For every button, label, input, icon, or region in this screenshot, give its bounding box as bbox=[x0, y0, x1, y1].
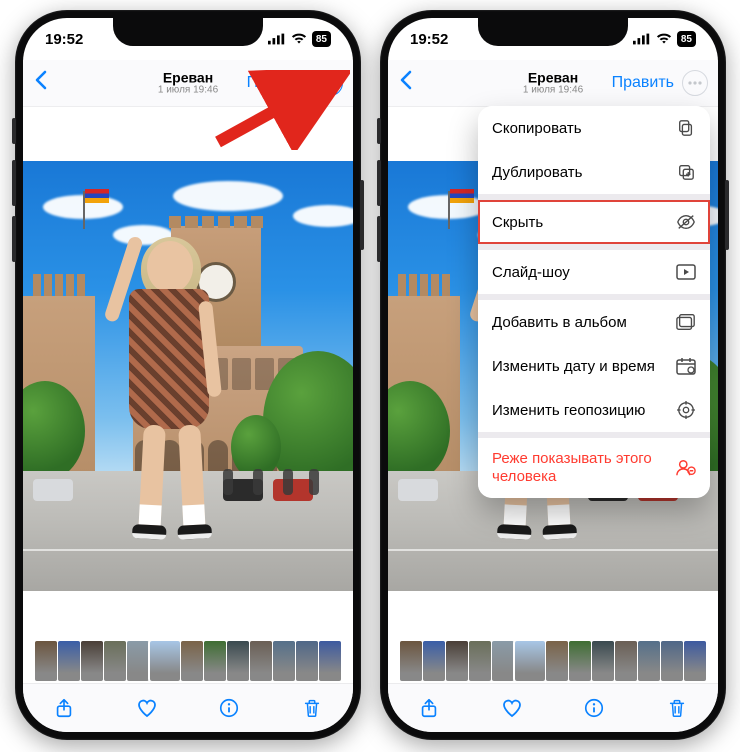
menu-item-copy[interactable]: Скопировать bbox=[478, 106, 710, 150]
thumbnail[interactable] bbox=[204, 641, 226, 681]
volume-down bbox=[12, 216, 16, 262]
wifi-icon bbox=[291, 33, 307, 45]
thumbnail-strip[interactable] bbox=[23, 638, 353, 684]
bottom-toolbar bbox=[388, 683, 718, 732]
nav-title: Ереван bbox=[523, 70, 583, 85]
share-button[interactable] bbox=[51, 695, 77, 721]
thumbnail[interactable] bbox=[423, 641, 445, 681]
person-minus-icon bbox=[676, 458, 696, 478]
status-right: 85 bbox=[633, 31, 696, 47]
thumbnail[interactable] bbox=[684, 641, 706, 681]
more-button[interactable] bbox=[682, 70, 708, 96]
delete-button[interactable] bbox=[299, 695, 325, 721]
thumbnail[interactable] bbox=[592, 641, 614, 681]
thumbnail[interactable] bbox=[400, 641, 422, 681]
calendar-icon bbox=[676, 356, 696, 376]
status-right: 85 bbox=[268, 31, 331, 47]
thumbnail[interactable] bbox=[273, 641, 295, 681]
volume-up bbox=[377, 160, 381, 206]
favorite-button[interactable] bbox=[134, 695, 160, 721]
favorite-button[interactable] bbox=[499, 695, 525, 721]
thumbnail[interactable] bbox=[638, 641, 660, 681]
album-icon bbox=[676, 312, 696, 332]
thumbnail[interactable] bbox=[35, 641, 57, 681]
power-button bbox=[360, 180, 364, 250]
photo-content bbox=[23, 161, 353, 591]
context-menu: Скопировать Дублировать Скрыть Слайд-шоу… bbox=[478, 106, 710, 498]
info-button[interactable] bbox=[216, 695, 242, 721]
menu-label: Изменить дату и время bbox=[492, 358, 655, 375]
thumbnail[interactable] bbox=[546, 641, 568, 681]
thumbnail[interactable] bbox=[661, 641, 683, 681]
thumbnail[interactable] bbox=[515, 641, 545, 681]
menu-label: Изменить геопозицию bbox=[492, 402, 645, 419]
volume-up bbox=[12, 160, 16, 206]
back-button[interactable] bbox=[33, 70, 57, 96]
menu-item-feature-less[interactable]: Реже показывать этого человека bbox=[478, 438, 710, 498]
annotation-arrow bbox=[210, 70, 350, 150]
power-button bbox=[725, 180, 729, 250]
thumbnail[interactable] bbox=[469, 641, 491, 681]
nav-title-block: Ереван 1 июля 19:46 bbox=[523, 70, 583, 95]
thumbnail[interactable] bbox=[127, 641, 149, 681]
back-button[interactable] bbox=[398, 70, 422, 96]
nav-subtitle: 1 июля 19:46 bbox=[523, 85, 583, 96]
thumbnail[interactable] bbox=[446, 641, 468, 681]
copy-icon bbox=[676, 118, 696, 138]
delete-button[interactable] bbox=[664, 695, 690, 721]
thumbnail[interactable] bbox=[569, 641, 591, 681]
photo-viewer[interactable] bbox=[23, 107, 353, 645]
thumbnail[interactable] bbox=[492, 641, 514, 681]
battery-level: 85 bbox=[312, 31, 331, 47]
menu-item-add-to-album[interactable]: Добавить в альбом bbox=[478, 300, 710, 344]
hide-icon bbox=[676, 212, 696, 232]
thumbnail[interactable] bbox=[58, 641, 80, 681]
edit-button[interactable]: Править bbox=[612, 74, 674, 92]
phone-right: 19:52 85 Ереван 1 июля 19:46 Править bbox=[380, 10, 726, 740]
menu-label: Дублировать bbox=[492, 164, 582, 181]
thumbnail[interactable] bbox=[319, 641, 341, 681]
menu-label: Скрыть bbox=[492, 214, 543, 231]
cellular-icon bbox=[633, 33, 651, 45]
menu-label: Реже показывать этого человека bbox=[492, 450, 662, 486]
menu-item-hide[interactable]: Скрыть bbox=[478, 200, 710, 244]
silence-switch bbox=[12, 118, 16, 144]
thumbnail[interactable] bbox=[250, 641, 272, 681]
volume-down bbox=[377, 216, 381, 262]
notch bbox=[113, 18, 263, 46]
thumbnail[interactable] bbox=[81, 641, 103, 681]
thumbnail[interactable] bbox=[150, 641, 180, 681]
silence-switch bbox=[377, 118, 381, 144]
duplicate-icon bbox=[676, 162, 696, 182]
thumbnail[interactable] bbox=[181, 641, 203, 681]
person-subject bbox=[111, 241, 231, 561]
thumbnail[interactable] bbox=[104, 641, 126, 681]
share-button[interactable] bbox=[416, 695, 442, 721]
menu-label: Скопировать bbox=[492, 120, 582, 137]
thumbnail[interactable] bbox=[227, 641, 249, 681]
thumbnail-strip[interactable] bbox=[388, 638, 718, 684]
menu-item-change-location[interactable]: Изменить геопозицию bbox=[478, 388, 710, 432]
screen-right: 19:52 85 Ереван 1 июля 19:46 Править bbox=[388, 18, 718, 732]
menu-label: Добавить в альбом bbox=[492, 314, 627, 331]
location-icon bbox=[676, 400, 696, 420]
battery-level: 85 bbox=[677, 31, 696, 47]
slideshow-icon bbox=[676, 262, 696, 282]
nav-bar: Ереван 1 июля 19:46 Править bbox=[388, 60, 718, 107]
menu-item-duplicate[interactable]: Дублировать bbox=[478, 150, 710, 194]
menu-label: Слайд-шоу bbox=[492, 264, 570, 281]
thumbnail[interactable] bbox=[296, 641, 318, 681]
thumbnail[interactable] bbox=[615, 641, 637, 681]
bottom-toolbar bbox=[23, 683, 353, 732]
menu-item-change-datetime[interactable]: Изменить дату и время bbox=[478, 344, 710, 388]
notch bbox=[478, 18, 628, 46]
status-time: 19:52 bbox=[410, 31, 448, 48]
cellular-icon bbox=[268, 33, 286, 45]
wifi-icon bbox=[656, 33, 672, 45]
status-time: 19:52 bbox=[45, 31, 83, 48]
menu-item-slideshow[interactable]: Слайд-шоу bbox=[478, 250, 710, 294]
info-button[interactable] bbox=[581, 695, 607, 721]
